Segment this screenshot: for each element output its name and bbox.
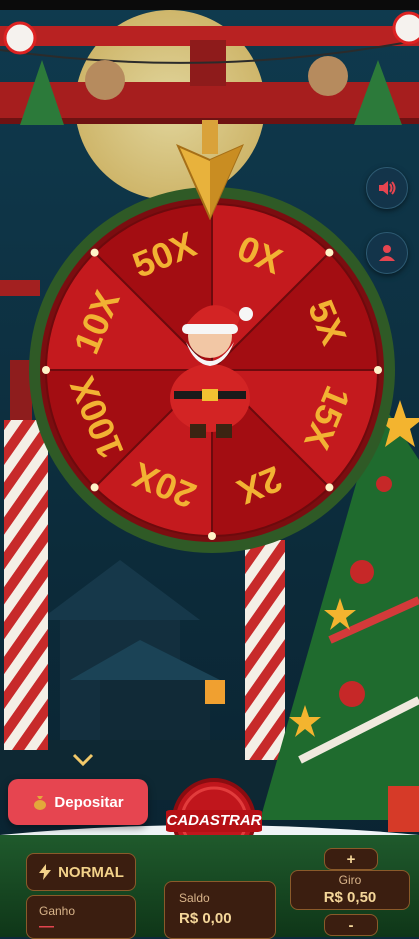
deposit-label: Depositar [54, 793, 124, 811]
bet-decrease-button[interactable]: - [324, 914, 378, 936]
lightning-icon [39, 864, 52, 880]
profile-button[interactable] [366, 232, 408, 274]
win-label: Ganho [39, 904, 76, 918]
win-display: Ganho — [26, 895, 136, 939]
wheel-light [325, 248, 334, 257]
chevron-down-icon[interactable] [72, 752, 94, 768]
santa-illustration [170, 305, 253, 438]
user-icon [379, 245, 395, 261]
speaker-icon [379, 181, 396, 195]
wheel-light [90, 483, 99, 492]
wheel-light [325, 483, 334, 492]
bet-display: Giro R$ 0,50 [290, 870, 410, 910]
register-label: CADASTRAR [166, 812, 262, 829]
sound-button[interactable] [366, 167, 408, 209]
balance-value: R$ 0,00 [179, 910, 232, 927]
deposit-button[interactable]: Depositar [8, 779, 148, 825]
balance-label: Saldo [179, 891, 210, 905]
minus-label: - [348, 916, 354, 934]
win-value: — [39, 918, 54, 935]
bet-label: Giro [338, 873, 362, 887]
balance-display: Saldo R$ 0,00 [164, 881, 276, 939]
wheel-light [90, 248, 99, 257]
bet-increase-button[interactable]: + [324, 848, 378, 870]
bet-value: R$ 0,50 [323, 889, 377, 906]
plus-label: + [346, 850, 356, 868]
wheel-light [42, 366, 50, 374]
mode-label: NORMAL [58, 863, 124, 881]
wheel-light [374, 366, 382, 374]
wheel-pointer-icon [176, 120, 244, 220]
wheel-light [208, 532, 216, 540]
mode-button[interactable]: NORMAL [26, 853, 136, 891]
money-bag-icon [34, 796, 47, 810]
